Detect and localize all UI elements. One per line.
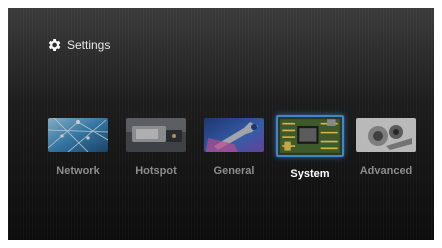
- tile-general[interactable]: General: [200, 118, 268, 177]
- settings-screen: Settings Network Hotspot General System …: [8, 8, 434, 240]
- page-title: Settings: [67, 38, 111, 52]
- gear-icon: [46, 37, 62, 53]
- tile-hotspot[interactable]: Hotspot: [122, 118, 190, 177]
- tile-system[interactable]: System: [276, 115, 344, 180]
- tile-label: System: [290, 168, 330, 180]
- tile-label: Hotspot: [135, 165, 177, 177]
- tile-label: Network: [56, 165, 100, 177]
- network-thumbnail: [48, 118, 108, 152]
- tile-label: General: [213, 165, 255, 177]
- hotspot-thumbnail: [126, 118, 186, 152]
- settings-categories: Network Hotspot General System Advanced: [8, 115, 434, 198]
- general-thumbnail: [204, 118, 264, 152]
- advanced-thumbnail: [356, 118, 416, 152]
- settings-header: Settings: [46, 36, 110, 54]
- system-thumbnail: [276, 115, 344, 157]
- tile-advanced[interactable]: Advanced: [352, 118, 420, 177]
- tile-label: Advanced: [359, 165, 413, 177]
- tile-network[interactable]: Network: [44, 118, 112, 177]
